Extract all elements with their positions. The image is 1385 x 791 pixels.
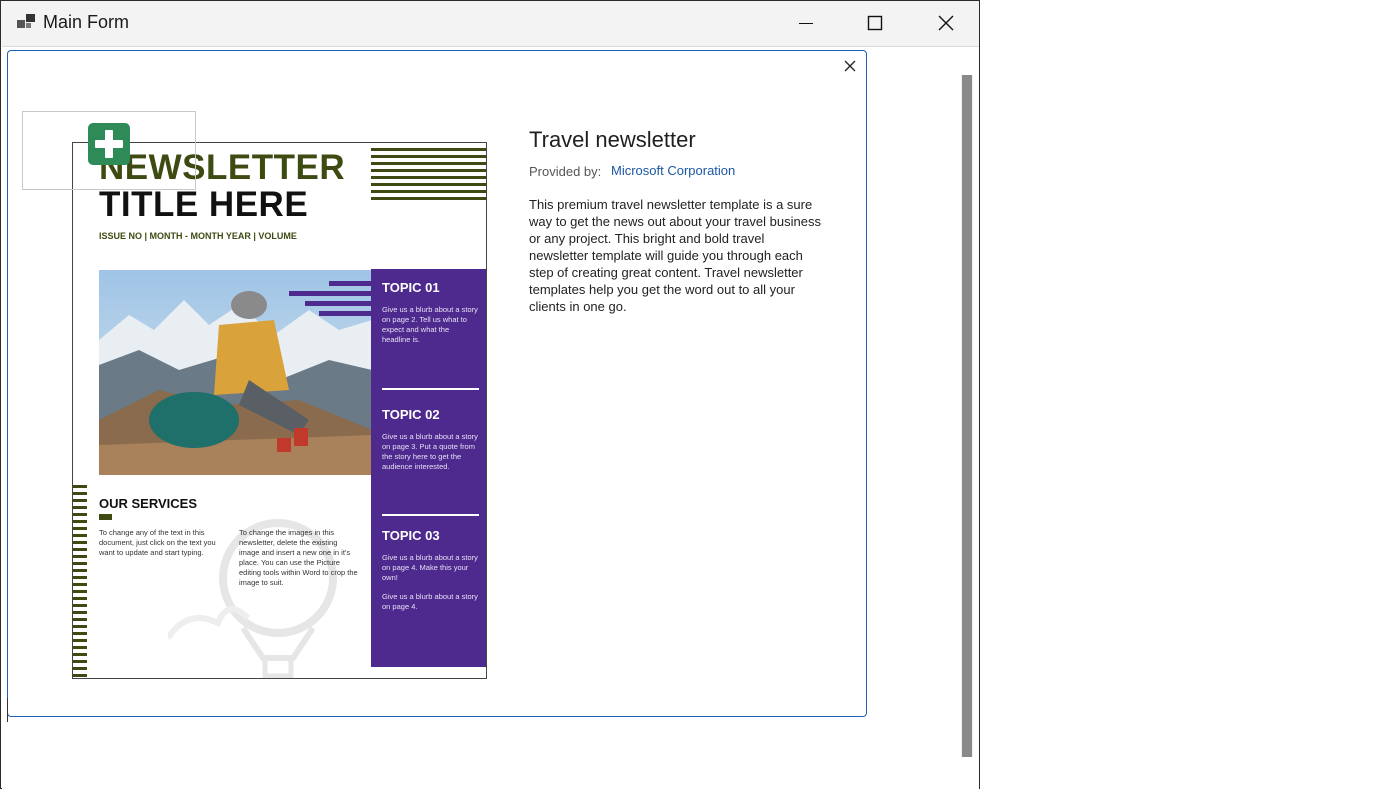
minimize-button[interactable] <box>771 1 841 46</box>
app-icon <box>17 14 35 28</box>
topic-divider <box>382 388 479 390</box>
plus-square-icon[interactable] <box>88 123 130 165</box>
services-text-col2: To change the images in this newsletter,… <box>239 528 358 587</box>
topics-sidebar: TOPIC 01 Give us a blurb about a story o… <box>289 269 486 667</box>
topic-title: TOPIC 03 <box>382 528 440 543</box>
issue-line: ISSUE NO | MONTH - MONTH YEAR | VOLUME <box>99 231 297 241</box>
header-stripes <box>371 148 486 204</box>
close-icon <box>938 15 954 31</box>
template-description: This premium travel newsletter template … <box>529 197 821 314</box>
services-heading: OUR SERVICES <box>99 496 198 511</box>
minimize-icon <box>799 23 813 24</box>
client-area: NEWSLETTER TITLE HERE ISSUE NO | MONTH -… <box>2 46 979 790</box>
window-title: Main Form <box>43 12 130 32</box>
services-accent-bar <box>99 514 112 520</box>
services-text-col1: To change any of the text in this docume… <box>99 528 216 557</box>
vertical-stripes <box>73 485 87 678</box>
close-button[interactable] <box>909 1 979 46</box>
topic-blurb: Give us a blurb about a story on page 3.… <box>382 432 478 471</box>
template-preview-image: NEWSLETTER TITLE HERE ISSUE NO | MONTH -… <box>72 142 487 679</box>
title-bar[interactable]: Main Form <box>1 1 979 46</box>
topic-divider <box>382 514 479 516</box>
template-title: Travel newsletter <box>529 127 696 152</box>
panel-close-icon[interactable] <box>843 59 857 73</box>
main-window: Main Form NEWSLETTER TITLE HERE ISSUE NO… <box>0 0 980 790</box>
topic-title: TOPIC 01 <box>382 280 440 295</box>
topic-title: TOPIC 02 <box>382 407 440 422</box>
decorative-bars <box>289 281 373 316</box>
text-caret <box>7 698 8 722</box>
vertical-scrollbar[interactable] <box>961 75 973 757</box>
maximize-button[interactable] <box>840 1 910 46</box>
scrollbar-thumb[interactable] <box>962 75 972 757</box>
provided-by-label: Provided by: <box>529 164 602 179</box>
topic-blurb: Give us a blurb about a story on page 4. <box>382 592 478 611</box>
maximize-icon <box>867 15 883 31</box>
template-detail-panel: NEWSLETTER TITLE HERE ISSUE NO | MONTH -… <box>7 50 867 717</box>
topic-blurb: Give us a blurb about a story on page 4.… <box>382 553 478 582</box>
provider-link[interactable]: Microsoft Corporation <box>611 163 735 178</box>
topic-blurb: Give us a blurb about a story on page 2.… <box>382 305 478 344</box>
